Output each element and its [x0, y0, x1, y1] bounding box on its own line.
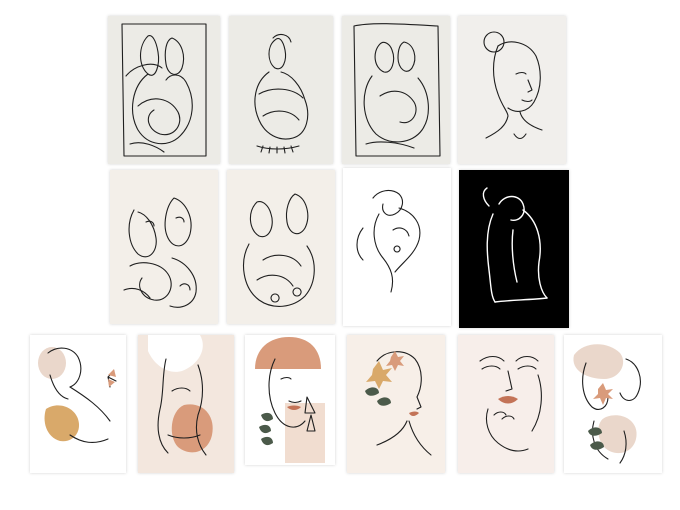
card-woman-portrait-bun[interactable] [458, 16, 566, 164]
card-reclining-torso[interactable] [343, 168, 451, 326]
card-back-silhouette-black[interactable] [459, 170, 569, 328]
card-abstract-couple-faces[interactable] [110, 170, 218, 324]
torso-terracotta-line-art [148, 335, 213, 456]
card-abstract-couple-bodies[interactable] [227, 170, 335, 324]
back-silhouette-line-art [482, 187, 548, 303]
couple-kiss-line-art [353, 23, 441, 157]
card-face-hand-lips[interactable] [458, 335, 554, 473]
couple-embrace-line-art [121, 23, 207, 157]
card-woman-floral-crown[interactable] [347, 335, 445, 473]
face-earring-line-art [255, 337, 325, 463]
card-couple-kiss-sketch[interactable] [342, 16, 450, 164]
abstract-couple-faces-line-art [123, 197, 197, 308]
seated-figure-line-art [254, 33, 309, 154]
card-torso-terracotta[interactable] [138, 335, 234, 473]
couple-flowers-line-art [573, 344, 641, 464]
floral-crown-line-art [365, 351, 432, 456]
card-face-earring-arch[interactable] [245, 335, 335, 465]
abstract-couple-bodies-line-art [243, 193, 315, 307]
reclining-torso-line-art [356, 189, 421, 293]
card-couple-embrace-sketch[interactable] [108, 16, 220, 164]
card-seated-figure-hugging-knees[interactable] [229, 16, 333, 164]
face-hand-line-art [479, 355, 542, 452]
portrait-bun-line-art [483, 31, 543, 140]
card-woman-butterfly[interactable] [30, 335, 126, 473]
woman-butterfly-line-art [38, 347, 117, 444]
card-couple-flowers[interactable] [564, 335, 662, 473]
